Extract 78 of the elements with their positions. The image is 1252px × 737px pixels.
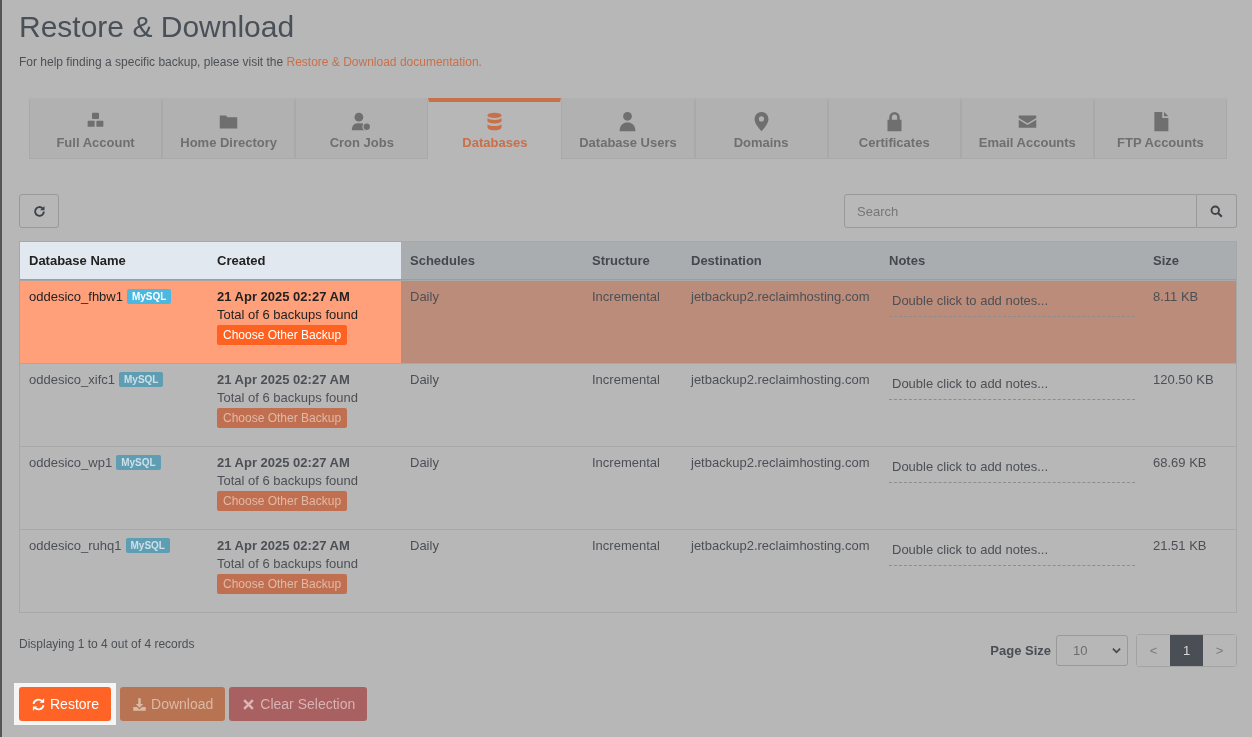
search-field[interactable]: Search bbox=[844, 194, 1197, 228]
schedule-cell: Daily bbox=[410, 455, 439, 470]
tab[interactable]: Email Accounts bbox=[960, 98, 1094, 159]
table-row[interactable]: oddesico_wp1 MySQL 21 Apr 2025 02:27 AM Total of 6 backups found Choose Other Backup Daily Incremental jetbackup2.reclaimhosting.com Double click to add notes... 68.69 KB bbox=[20, 446, 1236, 529]
backup-count: Total of 6 backups found bbox=[217, 556, 358, 571]
size-cell: 21.51 KB bbox=[1153, 538, 1207, 553]
column-header: Size bbox=[1152, 252, 1180, 270]
engine-badge: MySQL bbox=[126, 289, 172, 304]
table-row[interactable]: oddesico_fhbw1 MySQL 21 Apr 2025 02:27 AM Total of 6 backups found Choose Other Backup Daily Incremental jetbackup2.reclaimhosting.com Double click to add notes... 8.11 KB bbox=[20, 280, 1236, 363]
schedule-cell: Daily bbox=[410, 289, 439, 304]
tab[interactable]: Home Directory bbox=[162, 98, 296, 159]
database-name: oddesico_ruhq1 bbox=[29, 538, 122, 553]
chevron-down-icon bbox=[1112, 646, 1121, 655]
created-date: 21 Apr 2025 02:27 AM bbox=[217, 538, 350, 553]
created-date: 21 Apr 2025 02:27 AM bbox=[217, 372, 350, 387]
structure-cell: Incremental bbox=[592, 372, 660, 387]
structure-cell: Incremental bbox=[592, 289, 660, 304]
destination-cell: jetbackup2.reclaimhosting.com bbox=[691, 289, 870, 304]
choose-backup-button[interactable]: Choose Other Backup bbox=[217, 325, 348, 345]
database-name: oddesico_wp1 bbox=[29, 455, 113, 470]
notes-field[interactable]: Double click to add notes... bbox=[889, 372, 1135, 400]
created-date: 21 Apr 2025 02:27 AM bbox=[217, 289, 350, 304]
destination-cell: jetbackup2.reclaimhosting.com bbox=[691, 372, 870, 387]
created-date: 21 Apr 2025 02:27 AM bbox=[217, 455, 350, 470]
choose-backup-button[interactable]: Choose Other Backup bbox=[217, 574, 348, 594]
schedule-cell: Daily bbox=[410, 538, 439, 553]
refresh-button[interactable] bbox=[19, 194, 59, 228]
engine-badge: MySQL bbox=[119, 372, 164, 387]
notes-field[interactable]: Double click to add notes... bbox=[889, 289, 1135, 317]
database-name: oddesico_fhbw1 bbox=[29, 289, 123, 304]
notes-field[interactable]: Double click to add notes... bbox=[889, 455, 1135, 483]
search-button[interactable] bbox=[1197, 194, 1237, 228]
size-cell: 8.11 KB bbox=[1153, 289, 1199, 304]
documentation-link[interactable]: Restore & Download documentation. bbox=[286, 55, 482, 69]
schedule-cell: Daily bbox=[410, 372, 439, 387]
download-button[interactable]: Download bbox=[120, 687, 226, 721]
column-header: Schedules bbox=[409, 252, 477, 270]
restore-button[interactable]: Restore bbox=[19, 687, 112, 721]
page-button[interactable]: 1 bbox=[1170, 635, 1203, 666]
clear-button[interactable]: Clear Selection bbox=[229, 687, 368, 721]
tab[interactable]: Cron Jobs bbox=[295, 98, 429, 159]
search-icon bbox=[1209, 203, 1224, 219]
engine-badge: MySQL bbox=[116, 455, 161, 470]
backup-count: Total of 6 backups found bbox=[217, 307, 358, 322]
user-clock-icon bbox=[351, 110, 373, 132]
download-icon bbox=[132, 696, 148, 712]
destination-cell: jetbackup2.reclaimhosting.com bbox=[691, 538, 870, 553]
column-header: Database Name bbox=[20, 242, 208, 279]
size-cell: 120.50 KB bbox=[1153, 372, 1214, 387]
destination-cell: jetbackup2.reclaimhosting.com bbox=[691, 455, 870, 470]
column-header: Notes bbox=[888, 252, 927, 270]
backup-count: Total of 6 backups found bbox=[217, 473, 358, 488]
structure-cell: Incremental bbox=[592, 538, 660, 553]
tab[interactable]: Domains bbox=[694, 98, 828, 159]
page-size-select[interactable]: 10 bbox=[1056, 635, 1128, 666]
page-title: Restore & Download bbox=[19, 9, 296, 45]
choose-backup-button[interactable]: Choose Other Backup bbox=[217, 491, 348, 511]
column-header: Created bbox=[208, 242, 401, 279]
sync-icon bbox=[31, 696, 46, 712]
column-header: Structure bbox=[591, 252, 651, 270]
size-cell: 68.69 KB bbox=[1153, 455, 1207, 470]
refresh-icon bbox=[31, 203, 47, 219]
page-size-label: Page Size bbox=[990, 643, 1051, 658]
notes-field[interactable]: Double click to add notes... bbox=[889, 538, 1135, 566]
tab[interactable]: FTP Accounts bbox=[1093, 98, 1227, 159]
column-header: Destination bbox=[690, 252, 763, 270]
help-text: For help finding a specific backup, please visit the Restore & Download documentation. bbox=[19, 55, 483, 69]
tab[interactable]: Certificates bbox=[827, 98, 961, 159]
tab[interactable]: Database Users bbox=[561, 98, 695, 159]
engine-badge: MySQL bbox=[125, 538, 170, 553]
choose-backup-button[interactable]: Choose Other Backup bbox=[217, 408, 348, 428]
tab[interactable]: Full Account bbox=[29, 98, 163, 159]
database-name: oddesico_xifc1 bbox=[29, 372, 115, 387]
backup-count: Total of 6 backups found bbox=[217, 390, 358, 405]
records-text: Displaying 1 to 4 out of 4 records bbox=[19, 637, 195, 651]
structure-cell: Incremental bbox=[592, 455, 660, 470]
table-row[interactable]: oddesico_xifc1 MySQL 21 Apr 2025 02:27 AM Total of 6 backups found Choose Other Backup Daily Incremental jetbackup2.reclaimhosting.com Double click to add notes... 120.50 KB bbox=[20, 363, 1236, 446]
table-row[interactable]: oddesico_ruhq1 MySQL 21 Apr 2025 02:27 AM Total of 6 backups found Choose Other Backup Daily Incremental jetbackup2.reclaimhosting.com Double click to add notes... 21.51 KB bbox=[20, 529, 1236, 612]
